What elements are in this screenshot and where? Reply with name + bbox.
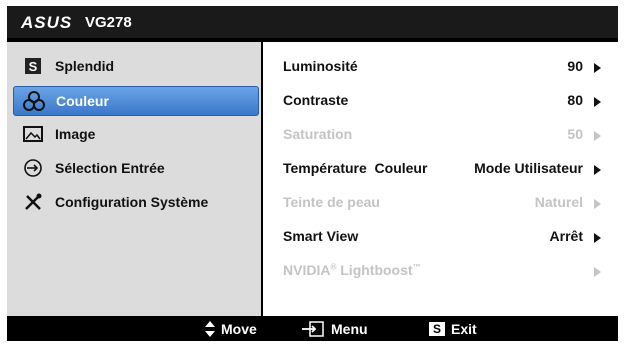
menu-label: Menu	[331, 321, 368, 337]
footer-bar: Move Menu S Exit	[7, 316, 618, 341]
footer-menu-hint: Menu	[301, 321, 368, 337]
arrow-right-icon	[594, 131, 601, 141]
arrow-right-icon	[594, 165, 601, 175]
osd-window: ASUS VG278 S Splendid Couleur Image Séle…	[7, 6, 618, 341]
lightboost-label: Lightboost	[336, 262, 413, 278]
setting-row-nvidia-lightboost: NVIDIA® Lightboost™	[283, 258, 603, 282]
setting-label: Saturation	[283, 126, 353, 142]
footer-exit-hint: S Exit	[429, 321, 477, 337]
s-key-icon: S	[429, 322, 445, 336]
setting-value: 80	[567, 92, 583, 108]
exit-label: Exit	[451, 321, 477, 337]
image-icon	[19, 124, 47, 144]
setting-value: Naturel	[534, 194, 583, 210]
menu-item-label: Sélection Entrée	[55, 160, 165, 176]
move-label: Move	[221, 321, 257, 337]
setting-label: Température Couleur	[283, 160, 428, 176]
setting-value: 50	[567, 126, 583, 142]
setting-row-smart-view[interactable]: Smart View Arrêt	[283, 224, 603, 248]
menu-item-label: Image	[55, 126, 96, 142]
footer-move-hint: Move	[205, 321, 257, 337]
setting-row-teinte-de-peau: Teinte de peau Naturel	[283, 190, 603, 214]
setting-label: Smart View	[283, 228, 359, 244]
menu-item-splendid[interactable]: S Splendid	[13, 52, 257, 80]
setting-label: Contraste	[283, 92, 349, 108]
arrow-right-icon	[594, 199, 601, 209]
svg-text:S: S	[29, 59, 38, 74]
up-down-arrows-icon	[205, 321, 215, 337]
menu-item-couleur[interactable]: Couleur	[13, 86, 259, 116]
main-menu-panel: S Splendid Couleur Image Sélection Entré…	[7, 42, 261, 316]
menu-item-image[interactable]: Image	[13, 120, 257, 148]
setting-row-saturation: Saturation 50	[283, 122, 603, 146]
menu-item-configuration-systeme[interactable]: Configuration Système	[13, 188, 257, 216]
menu-item-label: Configuration Système	[55, 194, 209, 210]
splendid-s-icon: S	[19, 56, 47, 76]
model-name: VG278	[85, 14, 132, 31]
setting-value: 90	[567, 58, 583, 74]
arrow-right-icon	[594, 267, 601, 277]
setting-label: NVIDIA® Lightboost™	[283, 262, 421, 278]
setting-row-temperature-couleur[interactable]: Température Couleur Mode Utilisateur	[283, 156, 603, 180]
setting-value: Arrêt	[549, 228, 583, 244]
setting-row-luminosite[interactable]: Luminosité 90	[283, 54, 603, 78]
setting-label: Teinte de peau	[283, 194, 380, 210]
setting-label: Luminosité	[283, 58, 358, 74]
menu-enter-icon	[301, 321, 325, 337]
settings-panel: Luminosité 90 Contraste 80 Saturation 50…	[263, 42, 618, 316]
nvidia-label: NVIDIA	[283, 262, 331, 278]
title-bar: ASUS VG278	[7, 6, 618, 38]
tools-icon	[19, 192, 47, 212]
setting-value: Mode Utilisateur	[474, 160, 583, 176]
input-select-icon	[19, 158, 47, 178]
arrow-right-icon	[594, 233, 601, 243]
color-circles-icon	[20, 91, 48, 111]
menu-item-label: Couleur	[56, 93, 109, 109]
menu-item-label: Splendid	[55, 58, 115, 74]
menu-item-selection-entree[interactable]: Sélection Entrée	[13, 154, 257, 182]
brand-logo: ASUS	[21, 13, 73, 32]
arrow-right-icon	[594, 63, 601, 73]
trademark-mark: ™	[412, 262, 421, 272]
arrow-right-icon	[594, 97, 601, 107]
setting-row-contraste[interactable]: Contraste 80	[283, 88, 603, 112]
